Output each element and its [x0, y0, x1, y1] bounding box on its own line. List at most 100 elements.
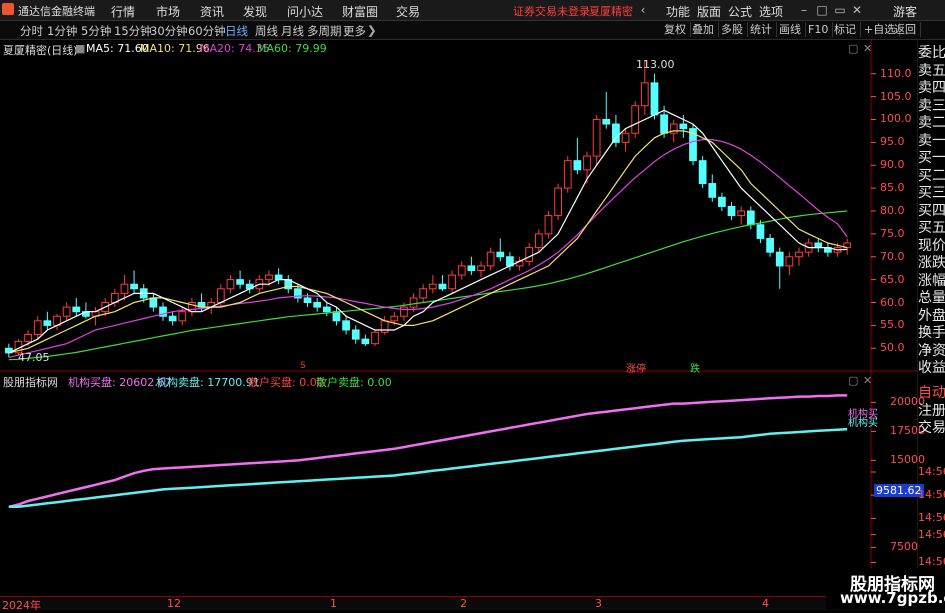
- candle-body: [43, 320, 52, 326]
- tab-more[interactable]: 更多: [343, 23, 366, 39]
- candle-body: [534, 233, 543, 249]
- side-panel-item[interactable]: 卖三: [918, 98, 945, 116]
- sub-tick-label: 7500: [890, 540, 918, 554]
- side-panel-item[interactable]: 买一: [918, 150, 945, 168]
- sub-tick-label: 14:56: [918, 555, 945, 569]
- candle-body: [428, 283, 437, 290]
- candle-body: [62, 306, 71, 317]
- candle-body: [216, 288, 225, 304]
- guest-label[interactable]: 游客: [893, 3, 917, 20]
- tab-weekly[interactable]: 周线: [255, 23, 278, 39]
- tab-multi-period[interactable]: 多周期: [307, 23, 342, 39]
- side-panel-item[interactable]: 收益: [918, 360, 945, 378]
- side-panel-item[interactable]: 外盘: [918, 308, 945, 326]
- side-panel-action[interactable]: 自动: [918, 385, 945, 403]
- side-panel-lower: 自动 注册 交易: [918, 385, 945, 438]
- menu-item-function[interactable]: 功能: [666, 3, 690, 20]
- tab-monthly[interactable]: 月线: [281, 23, 304, 39]
- side-panel-item[interactable]: 卖五: [918, 63, 945, 81]
- menu-item-ask[interactable]: 问小达: [287, 3, 323, 20]
- side-panel-item[interactable]: 卖二: [918, 115, 945, 133]
- price-tick-label: 105.0: [880, 89, 912, 103]
- price-tick-label: 70.0: [880, 249, 905, 263]
- menu-item-options[interactable]: 选项: [759, 3, 783, 20]
- menu-item-discover[interactable]: 发现: [243, 3, 267, 20]
- maximize-icon[interactable]: □: [815, 3, 829, 17]
- side-panel-item[interactable]: 涨幅: [918, 273, 945, 291]
- tab-5min[interactable]: 5分钟: [81, 23, 111, 39]
- btn-f10[interactable]: F10: [804, 22, 834, 37]
- time-label-2024: 2024年: [2, 599, 41, 612]
- menu-item-market[interactable]: 市场: [156, 3, 180, 20]
- candle-body: [631, 105, 640, 134]
- btn-overlay[interactable]: 叠加: [688, 22, 719, 37]
- btn-multi-stock[interactable]: 多股: [717, 22, 748, 37]
- close-icon[interactable]: ✕: [850, 3, 864, 17]
- side-panel-item[interactable]: 卖四: [918, 80, 945, 98]
- candle-body: [130, 283, 138, 290]
- menu-item-wealth[interactable]: 财富圈: [342, 3, 378, 20]
- price-tick-label: 80.0: [880, 204, 905, 217]
- menu-item-layout[interactable]: 版面: [697, 3, 721, 20]
- btn-statistics[interactable]: 统计: [746, 22, 777, 37]
- side-panel-item[interactable]: 现价: [918, 238, 945, 256]
- side-panel-item[interactable]: 卖一: [918, 133, 945, 151]
- legend-retail-sell: 散户卖盘: 0.00: [316, 376, 392, 389]
- limit-up-label: 涨停: [626, 364, 646, 375]
- tab-1min[interactable]: 1分钟: [47, 23, 77, 39]
- candle-body: [332, 311, 341, 322]
- candle-body: [419, 288, 428, 299]
- signal-s-label: S: [300, 361, 306, 371]
- price-tick-label: 90.0: [880, 158, 905, 172]
- sub-tick-label: 14:56: [918, 527, 945, 541]
- side-panel-item[interactable]: 买二: [918, 168, 945, 186]
- candle-body: [361, 338, 370, 345]
- tab-15min[interactable]: 15分钟: [114, 23, 152, 39]
- side-panel-item[interactable]: 涨跌: [918, 255, 945, 273]
- btn-mark[interactable]: 标记: [830, 22, 861, 37]
- inst-sell-line: [8, 427, 848, 509]
- side-panel-action[interactable]: 交易: [918, 420, 945, 438]
- indicator-title: 股朋指标网: [3, 376, 58, 389]
- candle-body: [226, 279, 235, 290]
- tab-60min[interactable]: 60分钟: [188, 23, 226, 39]
- tab-30min[interactable]: 30分钟: [150, 23, 188, 39]
- back-icon[interactable]: ‹: [636, 3, 650, 17]
- menu-item-news[interactable]: 资讯: [200, 3, 224, 20]
- candle-body: [457, 265, 466, 276]
- time-label-1: 1: [330, 597, 337, 610]
- side-panel-item[interactable]: 委比: [918, 45, 945, 63]
- restore-icon[interactable]: ▭: [833, 3, 847, 17]
- btn-draw-line[interactable]: 画线: [775, 22, 806, 37]
- side-panel-item[interactable]: 买五: [918, 220, 945, 238]
- side-panel-item[interactable]: 买三: [918, 185, 945, 203]
- candle-body: [785, 256, 794, 267]
- candle-body: [400, 306, 408, 317]
- sub-close-icon[interactable]: ✕: [863, 374, 872, 387]
- side-panel-action[interactable]: 注册: [918, 403, 945, 421]
- sub-tick-label: 14:56: [918, 511, 945, 525]
- btn-back[interactable]: 返回: [890, 22, 921, 37]
- menu-item-quotes[interactable]: 行情: [111, 3, 135, 20]
- sub-toggle-icon[interactable]: ▢: [848, 374, 858, 387]
- legend-retail-buy: 散户买盘: 0.00: [248, 376, 324, 389]
- candle-body: [409, 297, 418, 308]
- app-logo-icon: [2, 3, 14, 15]
- side-panel-item[interactable]: 总量: [918, 290, 945, 308]
- side-panel-item[interactable]: 净资: [918, 343, 945, 361]
- candle-body: [274, 274, 283, 281]
- login-warning[interactable]: 证券交易未登录: [513, 3, 590, 19]
- side-panel-item[interactable]: 买四: [918, 203, 945, 221]
- candle-body: [178, 311, 187, 322]
- side-panel-item[interactable]: 换手: [918, 325, 945, 343]
- menu-item-trade[interactable]: 交易: [396, 3, 420, 20]
- kline-chart[interactable]: [0, 40, 918, 596]
- minimize-icon[interactable]: –: [797, 3, 811, 17]
- candle-body: [650, 82, 659, 116]
- btn-adjust[interactable]: 复权: [660, 22, 691, 37]
- tab-daily[interactable]: 日线: [225, 23, 248, 39]
- app-title: 通达信金融终端: [18, 5, 95, 18]
- menu-item-formula[interactable]: 公式: [728, 3, 752, 20]
- tab-intraday[interactable]: 分时: [20, 23, 43, 39]
- more-chevron-icon[interactable]: ❯: [367, 23, 377, 37]
